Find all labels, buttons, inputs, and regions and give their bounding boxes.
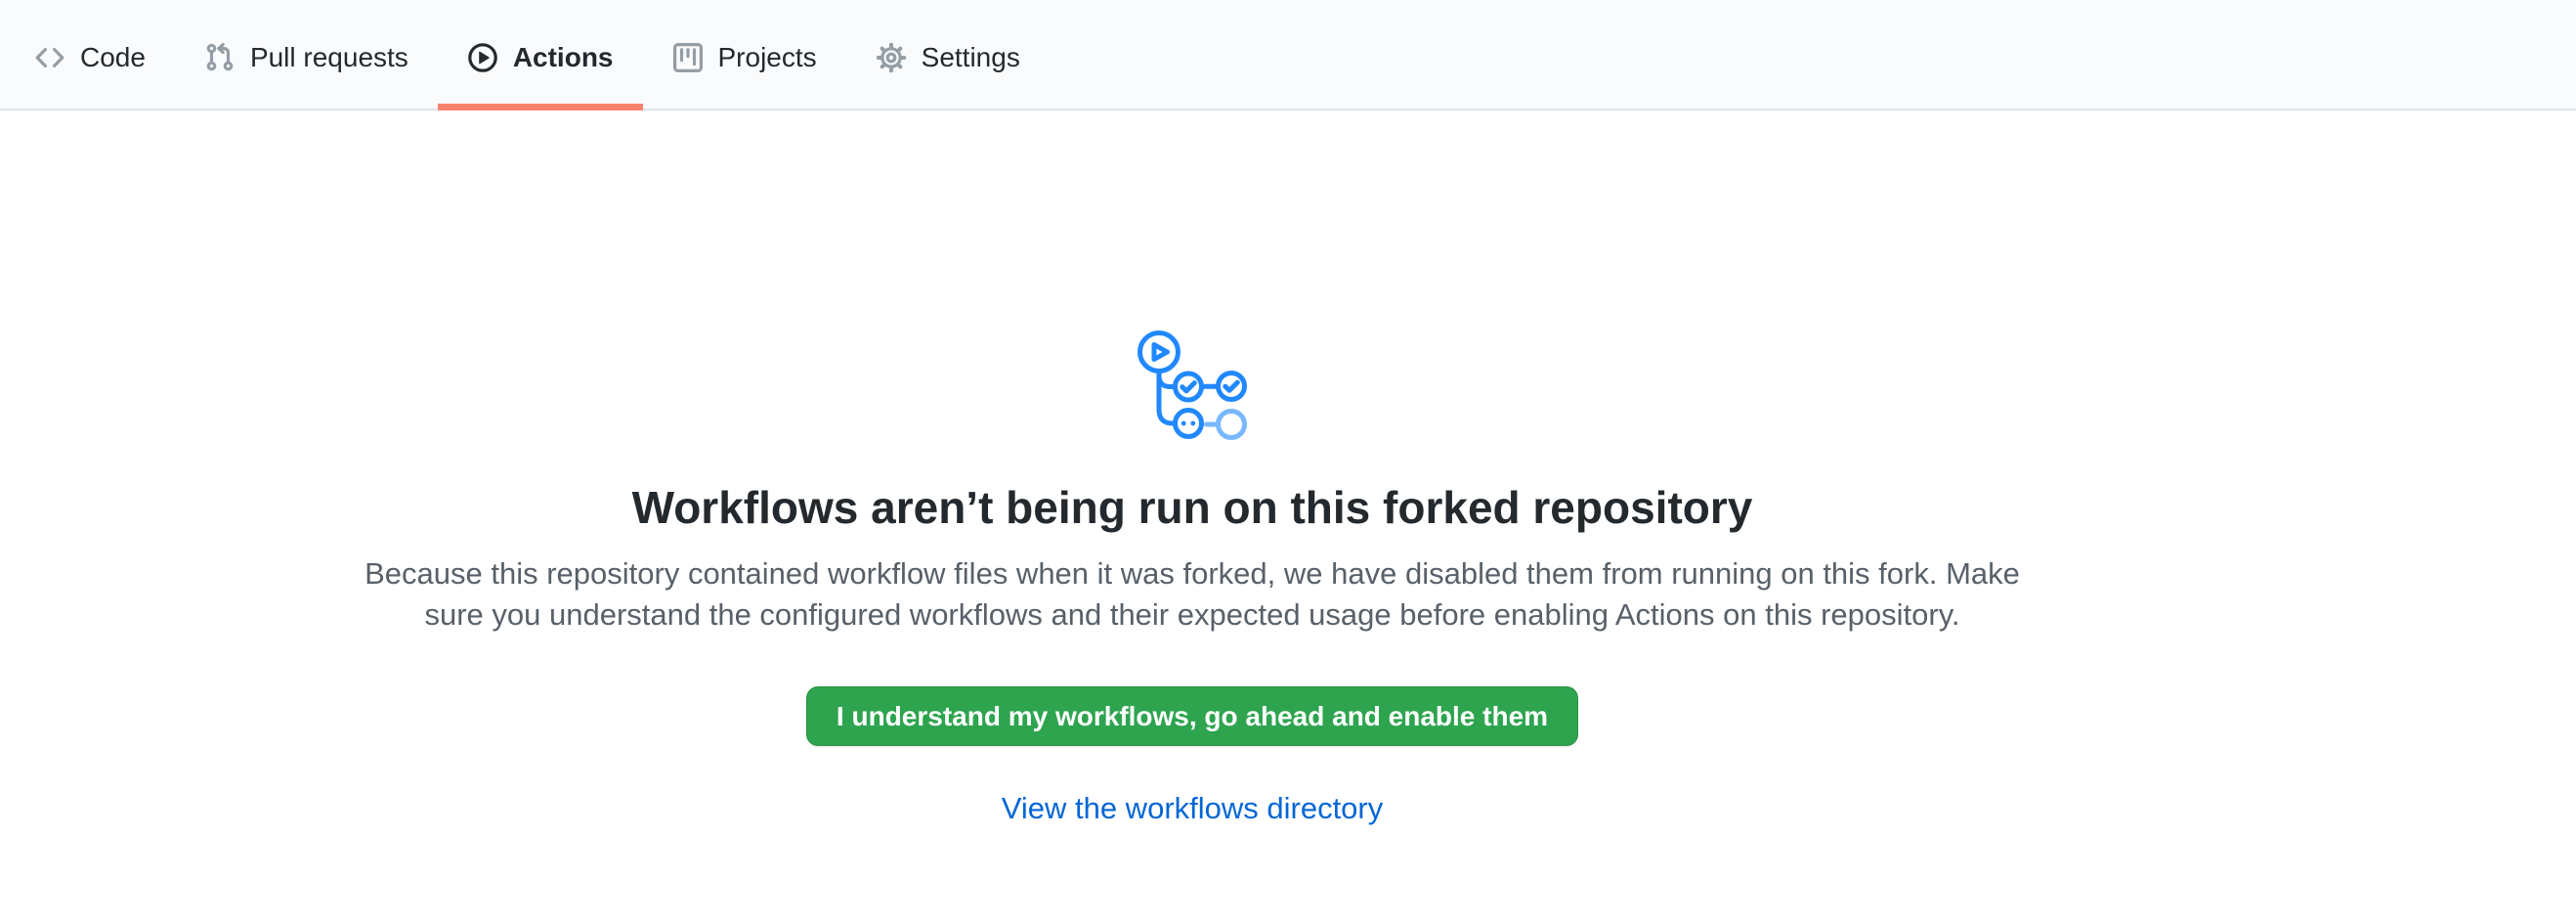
blankslate-description: Because this repository contained workfl… <box>365 553 2020 636</box>
project-icon <box>672 42 704 73</box>
description-line-1: Because this repository contained workfl… <box>365 553 2020 594</box>
repo-tab-bar: Code Pull requests Actions <box>0 0 2576 110</box>
enable-workflows-button[interactable]: I understand my workflows, go ahead and … <box>806 686 1578 746</box>
page-title: Workflows aren’t being run on this forke… <box>632 481 1753 534</box>
description-line-2: sure you understand the configured workf… <box>365 594 2020 636</box>
tab-settings-label: Settings <box>922 42 1020 73</box>
tab-pull-requests[interactable]: Pull requests <box>175 0 438 109</box>
play-icon <box>467 42 498 73</box>
code-icon <box>34 42 65 73</box>
actions-disabled-blankslate: Workflows aren’t being run on this forke… <box>391 330 1994 826</box>
view-workflows-directory-link[interactable]: View the workflows directory <box>1002 791 1384 826</box>
tab-projects[interactable]: Projects <box>643 0 846 109</box>
workflow-hero-icon <box>1136 330 1249 442</box>
tab-code-label: Code <box>80 42 146 73</box>
tab-pull-requests-label: Pull requests <box>250 42 408 73</box>
gear-icon <box>876 42 907 73</box>
tab-projects-label: Projects <box>718 42 817 73</box>
tab-actions[interactable]: Actions <box>438 0 643 109</box>
tab-code[interactable]: Code <box>5 0 175 109</box>
git-pull-request-icon <box>204 42 236 73</box>
tab-actions-label: Actions <box>513 42 614 73</box>
tab-settings[interactable]: Settings <box>846 0 1050 109</box>
